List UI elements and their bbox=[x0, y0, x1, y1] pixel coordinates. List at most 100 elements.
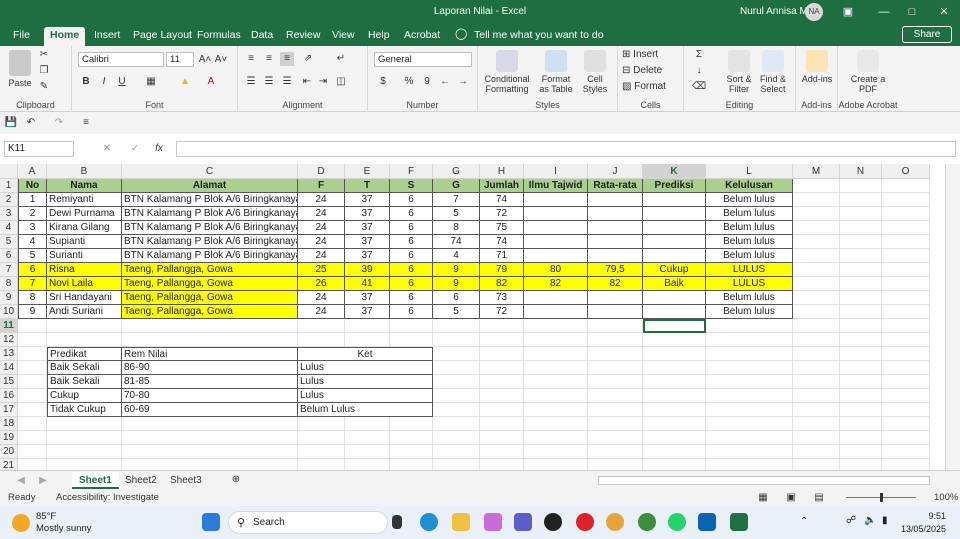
align-left-icon[interactable]: ☰ bbox=[244, 75, 258, 89]
wrap-text-icon[interactable]: ↵ bbox=[334, 52, 348, 66]
grid-cell[interactable] bbox=[433, 375, 480, 389]
grid-cell[interactable] bbox=[840, 207, 882, 221]
grid-cell[interactable] bbox=[47, 417, 122, 431]
column-header[interactable]: K bbox=[643, 164, 706, 179]
tab-insert[interactable]: Insert bbox=[88, 27, 126, 46]
grid-cell[interactable] bbox=[298, 333, 345, 347]
decrease-indent-icon[interactable]: ⇤ bbox=[300, 75, 314, 89]
table-cell[interactable]: Belum lulus bbox=[706, 305, 793, 319]
task-view-icon[interactable] bbox=[392, 515, 402, 529]
grid-cell[interactable] bbox=[882, 403, 930, 417]
font-size-select[interactable]: 11 bbox=[166, 52, 194, 67]
table-cell[interactable]: 74 bbox=[480, 193, 524, 207]
cancel-icon[interactable]: ✕ bbox=[100, 142, 114, 156]
grid-cell[interactable] bbox=[298, 431, 345, 445]
insert-cells-button[interactable]: ⊞ Insert bbox=[622, 48, 676, 62]
grid-cell[interactable] bbox=[643, 333, 706, 347]
avatar[interactable]: NA bbox=[805, 3, 823, 21]
currency-button[interactable]: $ bbox=[376, 75, 390, 89]
table-cell[interactable]: 80 bbox=[524, 263, 588, 277]
table-cell[interactable]: Surianti bbox=[47, 249, 122, 263]
row-header[interactable]: 21 bbox=[0, 459, 18, 470]
table-cell[interactable] bbox=[643, 235, 706, 249]
grid-cell[interactable] bbox=[524, 375, 588, 389]
grid-cell[interactable] bbox=[433, 333, 480, 347]
table-cell[interactable]: 37 bbox=[345, 291, 390, 305]
grid-cell[interactable] bbox=[524, 417, 588, 431]
grid-cell[interactable] bbox=[18, 361, 47, 375]
predikat-cell[interactable]: 70-80 bbox=[122, 389, 298, 403]
grid-cell[interactable] bbox=[524, 361, 588, 375]
table-cell[interactable] bbox=[524, 305, 588, 319]
grid-cell[interactable] bbox=[390, 319, 433, 333]
table-header[interactable]: G bbox=[433, 179, 480, 193]
table-cell[interactable]: 8 bbox=[18, 291, 47, 305]
table-cell[interactable]: Belum lulus bbox=[706, 207, 793, 221]
grid-cell[interactable] bbox=[840, 459, 882, 470]
table-header[interactable]: Alamat bbox=[122, 179, 298, 193]
grid-cell[interactable] bbox=[793, 389, 840, 403]
table-cell[interactable]: 37 bbox=[345, 221, 390, 235]
grid-cell[interactable] bbox=[706, 361, 793, 375]
edge-icon[interactable] bbox=[420, 513, 438, 531]
grid-cell[interactable] bbox=[793, 361, 840, 375]
find-select-button[interactable]: Find & Select bbox=[756, 50, 790, 94]
table-cell[interactable]: 82 bbox=[588, 277, 643, 291]
prev-sheet-icon[interactable]: ◀ bbox=[16, 474, 26, 488]
whatsapp-icon[interactable] bbox=[668, 513, 686, 531]
predikat-header[interactable]: Rem Nilai bbox=[122, 347, 298, 361]
grid-cell[interactable] bbox=[433, 403, 480, 417]
grid-cell[interactable] bbox=[18, 319, 47, 333]
borders-icon[interactable]: ▦ bbox=[144, 75, 158, 89]
grid-cell[interactable] bbox=[345, 459, 390, 470]
grid-cell[interactable] bbox=[793, 459, 840, 470]
grid-cell[interactable] bbox=[588, 375, 643, 389]
table-cell[interactable]: 6 bbox=[390, 305, 433, 319]
grid-cell[interactable] bbox=[793, 277, 840, 291]
grid-cell[interactable] bbox=[882, 221, 930, 235]
table-cell[interactable]: Sri Handayani bbox=[47, 291, 122, 305]
table-cell[interactable] bbox=[524, 291, 588, 305]
tab-data[interactable]: Data bbox=[245, 27, 279, 46]
grid-cell[interactable] bbox=[298, 319, 345, 333]
grid-cell[interactable] bbox=[840, 221, 882, 235]
customize-qat-icon[interactable]: ≡ bbox=[80, 116, 92, 130]
italic-button[interactable]: I bbox=[98, 75, 110, 89]
grid-cell[interactable] bbox=[840, 375, 882, 389]
table-cell[interactable] bbox=[588, 193, 643, 207]
table-cell[interactable]: BTN Kalamang P Blok A/6 Biringkanaya bbox=[122, 249, 298, 263]
table-header[interactable]: Jumlah bbox=[480, 179, 524, 193]
table-header[interactable]: No bbox=[18, 179, 47, 193]
table-cell[interactable]: BTN Kalamang P Blok A/6 Biringkanaya bbox=[122, 193, 298, 207]
row-header[interactable]: 9 bbox=[0, 291, 18, 305]
grid-cell[interactable] bbox=[390, 417, 433, 431]
grid-cell[interactable] bbox=[480, 431, 524, 445]
cut-icon[interactable]: ✂ bbox=[38, 48, 50, 62]
fill-color-icon[interactable]: ▲ bbox=[178, 75, 192, 89]
table-cell[interactable]: 5 bbox=[433, 207, 480, 221]
undo-icon[interactable]: ↶ bbox=[24, 116, 38, 130]
horizontal-scrollbar[interactable] bbox=[598, 476, 930, 485]
row-header[interactable]: 4 bbox=[0, 221, 18, 235]
table-cell[interactable]: 72 bbox=[480, 207, 524, 221]
table-cell[interactable]: 25 bbox=[298, 263, 345, 277]
row-header[interactable]: 19 bbox=[0, 431, 18, 445]
merge-center-icon[interactable]: ◫ bbox=[334, 75, 348, 89]
table-cell[interactable]: 24 bbox=[298, 221, 345, 235]
predikat-cell[interactable]: 81-85 bbox=[122, 375, 298, 389]
grid-cell[interactable] bbox=[840, 235, 882, 249]
sort-filter-button[interactable]: Sort & Filter bbox=[722, 50, 756, 94]
table-cell[interactable]: 74 bbox=[433, 235, 480, 249]
grid-cell[interactable] bbox=[122, 333, 298, 347]
grid-cell[interactable] bbox=[480, 445, 524, 459]
table-cell[interactable] bbox=[588, 207, 643, 221]
grid-cell[interactable] bbox=[706, 459, 793, 470]
predikat-cell[interactable]: 86-90 bbox=[122, 361, 298, 375]
column-header[interactable]: A bbox=[18, 164, 47, 179]
predikat-cell[interactable]: Baik Sekali bbox=[47, 361, 122, 375]
grid-cell[interactable] bbox=[433, 417, 480, 431]
windows-start-icon[interactable] bbox=[202, 513, 220, 531]
tab-help[interactable]: Help bbox=[362, 27, 396, 46]
grid-cell[interactable] bbox=[706, 417, 793, 431]
grid-cell[interactable] bbox=[706, 403, 793, 417]
